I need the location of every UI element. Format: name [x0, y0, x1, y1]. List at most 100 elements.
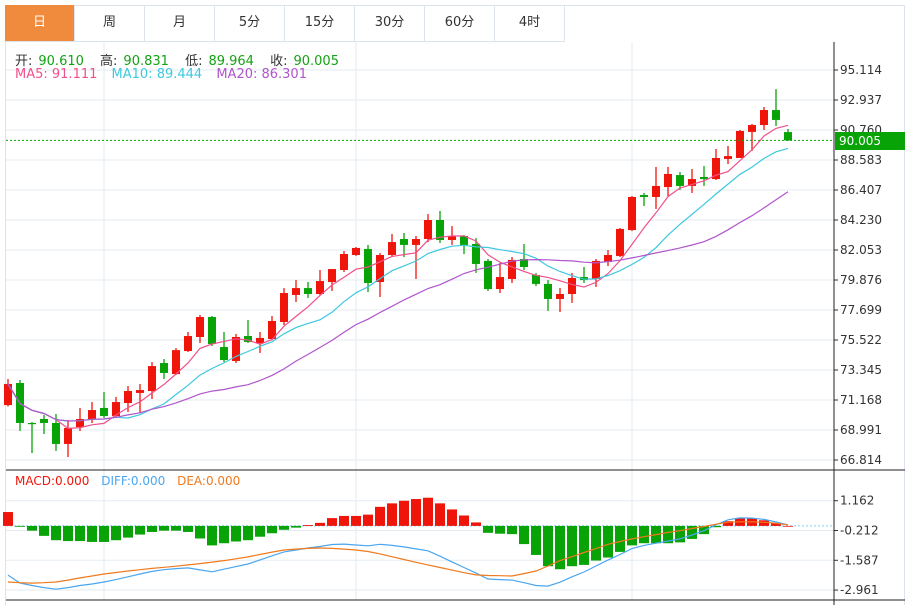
- candle: [772, 89, 780, 127]
- macd-histogram-bar: [27, 525, 37, 531]
- macd-histogram-bar: [435, 503, 445, 526]
- y-tick-label: 86.407: [840, 183, 882, 197]
- macd-y-tick-label: 1.162: [840, 494, 874, 508]
- candle-body: [664, 173, 672, 188]
- candle: [40, 414, 48, 435]
- candle: [616, 227, 624, 258]
- candle: [376, 253, 384, 298]
- candle: [640, 192, 648, 207]
- macd-histogram-bar: [375, 506, 385, 526]
- macd-histogram-bar: [3, 512, 13, 526]
- candle-body: [352, 247, 360, 255]
- candle-body: [292, 288, 300, 295]
- candle: [424, 214, 432, 243]
- candle-body: [124, 391, 132, 404]
- candle: [316, 270, 324, 295]
- macd-histogram-bar: [219, 525, 229, 544]
- candle-body: [304, 288, 312, 294]
- macd-histogram-bar: [231, 525, 241, 542]
- candle: [388, 234, 396, 258]
- candle: [484, 258, 492, 291]
- macd-histogram-bar: [135, 525, 145, 535]
- macd-y-tick-label: -1.587: [840, 553, 879, 567]
- candle: [196, 314, 204, 344]
- y-tick-label: 79.876: [840, 273, 882, 287]
- candle-body: [484, 260, 492, 290]
- macd-histogram-bar: [363, 514, 373, 526]
- macd-histogram-bar: [279, 525, 289, 530]
- candle-body: [784, 132, 792, 141]
- candle-body: [64, 427, 72, 444]
- candle-body: [208, 317, 216, 345]
- macd-value: MACD:0.000: [15, 474, 90, 488]
- macd-histogram-bar: [147, 525, 157, 532]
- candle: [604, 250, 612, 267]
- candle: [496, 262, 504, 294]
- macd-histogram-bar: [543, 525, 553, 567]
- macd-histogram-bar: [603, 525, 613, 558]
- macd-histogram-bar: [159, 525, 169, 531]
- candle: [136, 383, 144, 414]
- y-tick-label: 75.522: [840, 333, 882, 347]
- y-tick-label: 68.991: [840, 423, 882, 437]
- candle-body: [196, 317, 204, 337]
- candle-body: [52, 422, 60, 444]
- candle-body: [256, 337, 264, 344]
- candle-body: [616, 228, 624, 256]
- macd-histogram-bar: [351, 515, 361, 526]
- last-price-label: 90.005: [835, 132, 905, 150]
- y-tick-label: 71.168: [840, 393, 882, 407]
- candle-body: [640, 195, 648, 197]
- macd-histogram-bar: [627, 525, 637, 546]
- candle: [652, 166, 660, 209]
- y-tick-label: 92.937: [840, 93, 882, 107]
- candle-body: [328, 269, 336, 283]
- macd-histogram-bar: [423, 497, 433, 526]
- candle: [412, 235, 420, 279]
- candle-body: [28, 422, 36, 425]
- dea-value: DEA:0.000: [177, 474, 241, 488]
- macd-histogram-bar: [183, 525, 193, 532]
- candle-body: [748, 125, 756, 132]
- candle: [544, 280, 552, 311]
- candle-body: [652, 185, 660, 197]
- candle: [628, 196, 636, 232]
- y-tick-label: 88.583: [840, 153, 882, 167]
- candle: [340, 250, 348, 272]
- candle: [724, 145, 732, 165]
- macd-histogram-bar: [291, 525, 301, 528]
- candle-body: [424, 219, 432, 240]
- macd-histogram-bar: [87, 525, 97, 542]
- candle-body: [544, 283, 552, 299]
- macd-histogram-bar: [39, 525, 49, 536]
- macd-histogram-bar: [315, 522, 325, 526]
- diff-value: DIFF:0.000: [101, 474, 166, 488]
- candle-body: [4, 383, 12, 406]
- candle-body: [136, 390, 144, 393]
- ma20-value: MA20: 86.301: [216, 67, 307, 82]
- candle: [292, 280, 300, 302]
- candle-body: [496, 277, 504, 290]
- macd-histogram-bar: [507, 525, 517, 535]
- macd-histogram-bar: [327, 518, 337, 526]
- macd-y-tick-label: -2.961: [840, 583, 879, 597]
- ma-info: MA5: 91.111 MA10: 89.444 MA20: 86.301: [15, 67, 313, 82]
- candle-body: [220, 347, 228, 361]
- candle-body: [568, 278, 576, 294]
- candle: [304, 282, 312, 298]
- macd-histogram-bar: [15, 525, 25, 527]
- candle: [280, 288, 288, 326]
- candle: [664, 166, 672, 197]
- candle: [184, 332, 192, 353]
- candle-body: [100, 407, 108, 416]
- kline-chart[interactable]: 95.11492.93790.76088.58386.40784.23082.0…: [0, 0, 912, 605]
- macd-histogram-bar: [567, 525, 577, 567]
- candle: [472, 238, 480, 273]
- candle-body: [628, 196, 636, 231]
- candle: [568, 273, 576, 303]
- macd-histogram-bar: [171, 525, 181, 531]
- candle: [736, 130, 744, 158]
- ma5-value: MA5: 91.111: [15, 67, 98, 82]
- candle-body: [400, 239, 408, 245]
- macd-histogram-bar: [531, 525, 541, 555]
